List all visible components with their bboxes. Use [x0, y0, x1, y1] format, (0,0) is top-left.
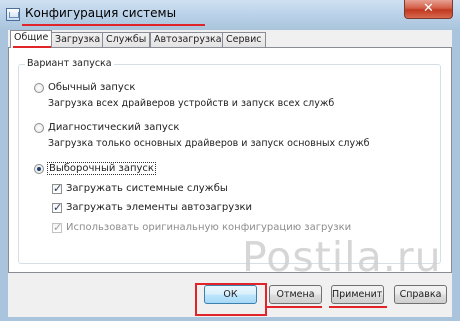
- msconfig-icon: [6, 8, 20, 21]
- load-system-services-option[interactable]: Загружать системные службы: [52, 182, 228, 195]
- tab-label: Общие: [14, 32, 49, 43]
- load-system-services-label: Загружать системные службы: [66, 183, 228, 194]
- tab-label: Сервис: [226, 34, 262, 45]
- tab-annotation-underline: [13, 46, 51, 48]
- load-system-services-checkbox[interactable]: [52, 182, 62, 195]
- selective-startup-radio[interactable]: [34, 163, 44, 174]
- normal-startup-description: Загрузка всех драйверов устройств и запу…: [48, 98, 335, 109]
- diagnostic-startup-label: Диагностический запуск: [48, 122, 180, 133]
- use-original-boot-config-checkbox: [52, 221, 62, 234]
- window-title: Конфигурация системы: [25, 6, 177, 20]
- normal-startup-option[interactable]: Обычный запуск: [34, 82, 135, 93]
- selective-startup-label: Выборочный запуск: [47, 162, 156, 175]
- help-button[interactable]: Справка: [394, 285, 447, 304]
- tab-startup[interactable]: Автозагрузка: [150, 32, 226, 47]
- ok-button[interactable]: ОК: [204, 285, 257, 304]
- tab-label: Службы: [106, 34, 147, 45]
- selective-startup-option[interactable]: Выборочный запуск: [34, 162, 156, 175]
- close-icon: ✕: [423, 1, 434, 16]
- cancel-button[interactable]: Отмена: [269, 285, 322, 304]
- diagnostic-startup-radio[interactable]: [34, 122, 44, 133]
- title-bar: Конфигурация системы ✕: [0, 0, 460, 30]
- tab-label: Автозагрузка: [154, 34, 222, 45]
- startup-selection-group: Вариант запуска Обычный запуск Загрузка …: [18, 58, 441, 264]
- use-original-boot-config-label: Использовать оригинальную конфигурацию з…: [66, 222, 352, 233]
- title-annotation-underline: [22, 24, 205, 26]
- diagnostic-startup-description: Загрузка только основных драйверов и зап…: [48, 138, 370, 149]
- apply-annotation-underline: [329, 306, 387, 308]
- apply-button[interactable]: Применить: [331, 285, 384, 304]
- group-legend: Вариант запуска: [25, 58, 114, 69]
- tab-label: Загрузка: [55, 34, 101, 45]
- tab-services[interactable]: Службы: [102, 32, 151, 47]
- load-startup-items-label: Загружать элементы автозагрузки: [66, 202, 253, 213]
- tab-strip: Общие Загрузка Службы Автозагрузка Серви…: [8, 30, 452, 48]
- tab-boot[interactable]: Загрузка: [51, 32, 105, 47]
- load-startup-items-option[interactable]: Загружать элементы автозагрузки: [52, 201, 253, 214]
- close-button[interactable]: ✕: [404, 0, 453, 19]
- cancel-annotation-underline: [266, 306, 322, 308]
- use-original-boot-config-option: Использовать оригинальную конфигурацию з…: [52, 221, 352, 234]
- normal-startup-label: Обычный запуск: [48, 82, 136, 93]
- diagnostic-startup-option[interactable]: Диагностический запуск: [34, 122, 179, 133]
- general-tab-panel: Вариант запуска Обычный запуск Загрузка …: [8, 47, 452, 273]
- normal-startup-radio[interactable]: [34, 82, 44, 93]
- dialog-client-area: Общие Загрузка Службы Автозагрузка Серви…: [8, 30, 452, 317]
- load-startup-items-checkbox[interactable]: [52, 201, 62, 214]
- tab-tools[interactable]: Сервис: [222, 32, 266, 47]
